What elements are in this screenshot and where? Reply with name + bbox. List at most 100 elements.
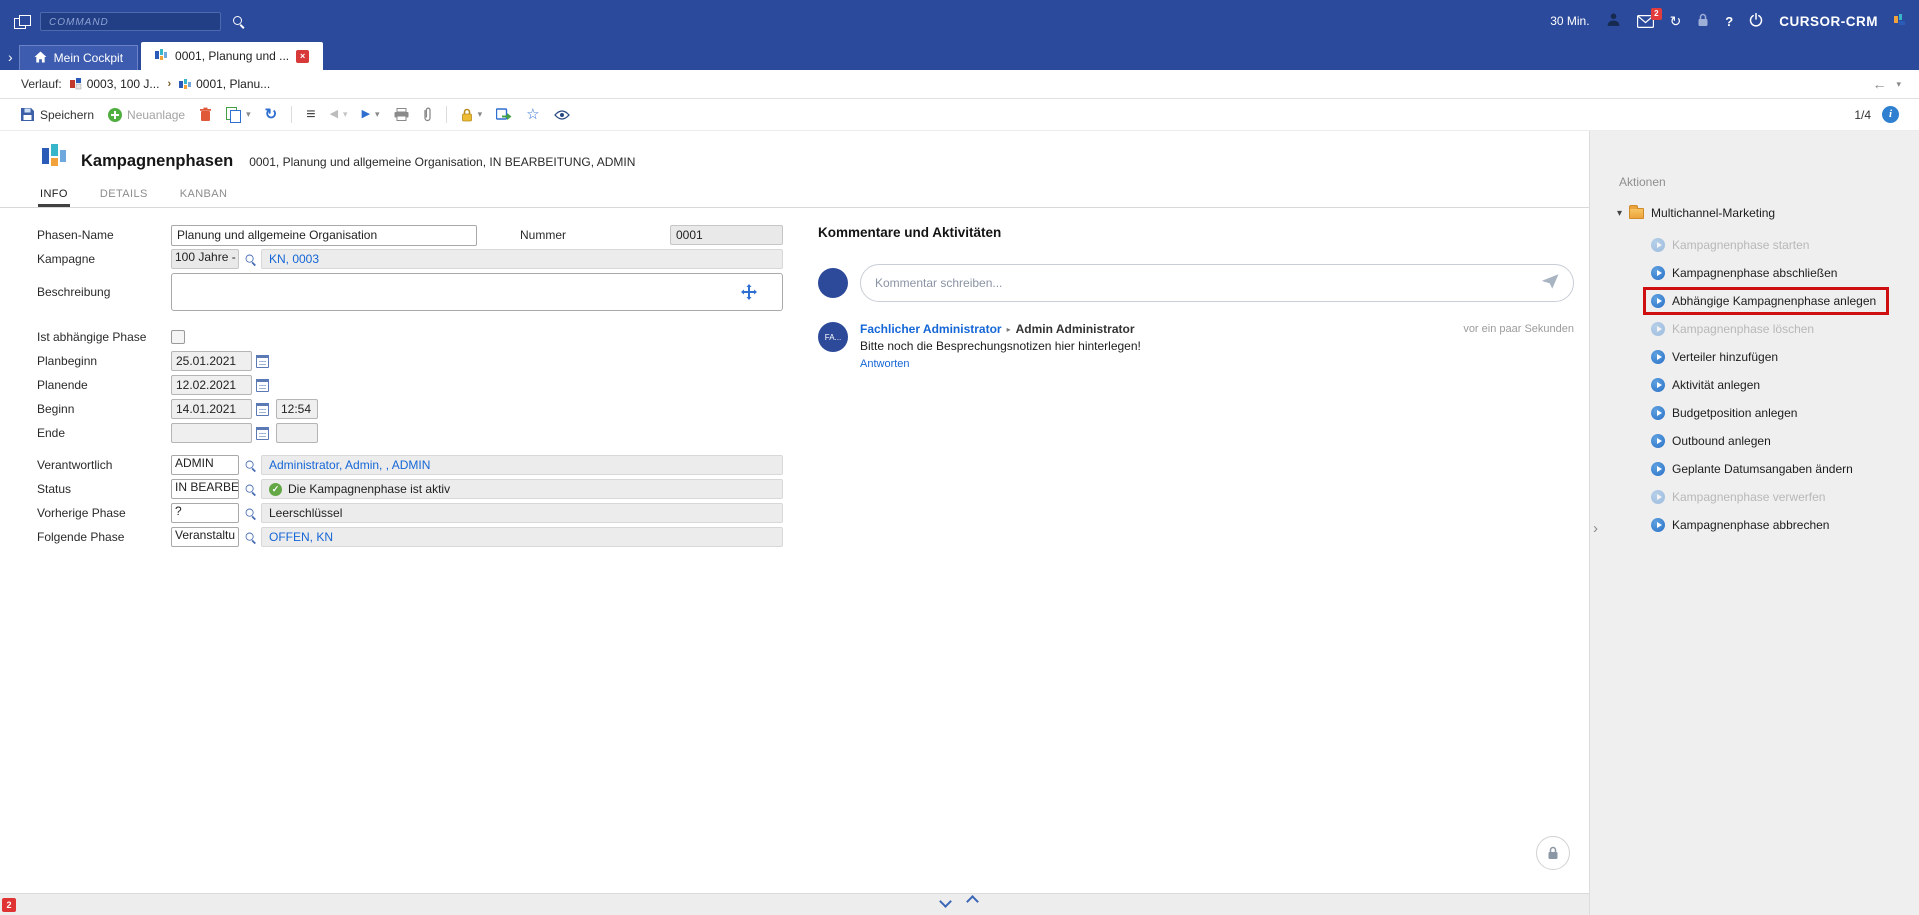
calendar-icon[interactable] [256,403,269,416]
lookup-search-icon[interactable] [245,459,257,471]
search-icon[interactable] [232,15,245,28]
reply-link[interactable]: Antworten [860,358,1574,370]
print-button[interactable] [394,108,409,121]
comment-input-pill [860,264,1574,302]
comment-author-link[interactable]: Fachlicher Administrator [860,322,1002,336]
favorite-button[interactable]: ☆ [526,107,539,122]
kampagne-key-input[interactable]: 100 Jahre - [171,249,239,269]
new-record-button[interactable]: Neuanlage [108,108,185,122]
nummer-input[interactable] [670,225,783,245]
calendar-icon[interactable] [256,427,269,440]
collapse-down-icon[interactable] [939,895,952,908]
lock-record-button[interactable] [1536,836,1570,870]
beschreibung-textarea[interactable] [171,273,783,311]
action-abhaengige-kampagnenphase-anlegen[interactable]: Abhängige Kampagnenphase anlegen [1651,287,1889,315]
folgende-phase-link[interactable]: OFFEN, KN [269,530,333,544]
next-record-button[interactable]: ▶ ▾ [362,109,380,120]
send-icon[interactable] [1542,274,1559,292]
list-view-button[interactable]: ≡ [306,107,315,123]
folgende-phase-key-input[interactable]: Veranstaltu [171,527,239,547]
tabs-expander-icon[interactable]: › [8,50,13,64]
tree-collapse-icon[interactable]: ▾ [1617,208,1622,219]
lock-session-icon[interactable] [1697,13,1709,30]
tab-info[interactable]: INFO [38,188,70,207]
status-key-input[interactable]: IN BEARBEI [171,479,239,499]
save-button[interactable]: Speichern [20,107,94,122]
action-list: Kampagnenphase starten Kampagnenphase ab… [1651,231,1889,539]
record-subtitle: 0001, Planung und allgemeine Organisatio… [249,155,635,171]
command-input[interactable] [40,12,221,31]
history-item-1[interactable]: 0001, Planu... [179,77,270,91]
planbeginn-input[interactable] [171,351,252,371]
tab-kampagnenphase[interactable]: 0001, Planung und ... × [141,42,323,70]
history-item-0[interactable]: 0003, 100 J... [70,77,160,91]
previous-record-button[interactable]: ◀ ▾ [330,109,348,120]
tab-details[interactable]: DETAILS [98,188,150,207]
action-aktivitaet-anlegen[interactable]: Aktivität anlegen [1651,371,1889,399]
lookup-search-icon[interactable] [245,253,257,265]
permissions-button[interactable]: ▾ [461,108,483,122]
action-verteiler-hinzufuegen[interactable]: Verteiler hinzufügen [1651,343,1889,371]
printer-icon [394,108,409,121]
info-icon[interactable]: i [1882,106,1899,123]
history-back-icon[interactable]: ← [1872,76,1886,92]
ist-abhaengige-phase-checkbox[interactable] [171,330,185,344]
action-kampagnenphase-starten: Kampagnenphase starten [1651,231,1889,259]
corner-badge[interactable]: 2 [2,898,16,912]
ende-date-input[interactable] [171,423,252,443]
action-kampagnenphase-abbrechen[interactable]: Kampagnenphase abbrechen [1651,511,1889,539]
lookup-search-icon[interactable] [245,507,257,519]
form-row-planbeginn: Planbeginn [37,351,783,371]
calendar-icon[interactable] [256,355,269,368]
actions-group[interactable]: ▾ Multichannel-Marketing [1617,206,1775,220]
verantwortlich-link[interactable]: Administrator, Admin, , ADMIN [269,458,430,472]
notifications-icon[interactable]: 2 [1637,15,1654,28]
phasen-name-input[interactable] [171,225,477,246]
help-icon[interactable]: ? [1725,15,1733,28]
action-label: Kampagnenphase starten [1672,238,1809,252]
action-kampagnenphase-abschliessen[interactable]: Kampagnenphase abschließen [1651,259,1889,287]
action-geplante-datumsangaben-aendern[interactable]: Geplante Datumsangaben ändern [1651,455,1889,483]
plus-icon [108,108,122,122]
tab-kanban[interactable]: KANBAN [178,188,230,207]
verantwortlich-key-input[interactable]: ADMIN [171,455,239,475]
beginn-time-input[interactable] [276,399,318,419]
field-label: Beginn [37,402,171,416]
close-tab-icon[interactable]: × [296,50,309,63]
history-refresh-icon[interactable]: ↻ [1670,14,1682,28]
tab-mein-cockpit[interactable]: Mein Cockpit [19,45,138,70]
calendar-icon[interactable] [256,379,269,392]
collapse-up-icon[interactable] [966,895,979,908]
workspace-icon[interactable] [14,15,29,28]
next-dropdown-icon[interactable]: ▾ [375,110,380,119]
field-label: Ist abhängige Phase [37,330,171,344]
panel-collapse-controls [941,897,977,906]
comment-input[interactable] [875,276,1542,290]
goto-relations-button[interactable] [496,108,512,122]
beginn-date-input[interactable] [171,399,252,419]
play-icon [1651,406,1665,420]
permissions-dropdown-icon[interactable]: ▾ [478,110,483,119]
previous-dropdown-icon[interactable]: ▾ [343,110,348,119]
user-icon[interactable] [1606,12,1621,30]
action-outbound-anlegen[interactable]: Outbound anlegen [1651,427,1889,455]
kampagne-link[interactable]: KN, 0003 [269,252,319,266]
copy-dropdown-icon[interactable]: ▾ [246,110,251,119]
lookup-search-icon[interactable] [245,531,257,543]
lookup-search-icon[interactable] [245,483,257,495]
sidebar-collapse-icon[interactable]: › [1593,521,1598,536]
logout-icon[interactable] [1749,13,1763,30]
delete-button[interactable] [199,107,212,122]
copy-record-button[interactable]: ▾ [226,107,251,122]
planende-input[interactable] [171,375,252,395]
history-dropdown-icon[interactable]: ▾ [1896,80,1901,89]
action-budgetposition-anlegen[interactable]: Budgetposition anlegen [1651,399,1889,427]
vorherige-phase-key-input[interactable]: ? [171,503,239,523]
field-label: Verantwortlich [37,458,171,472]
watch-button[interactable] [554,110,570,120]
move-resize-icon[interactable] [741,284,757,303]
field-label: Kampagne [37,252,171,266]
attachments-button[interactable] [423,107,432,122]
refresh-button[interactable]: ↻ [265,107,278,122]
ende-time-input[interactable] [276,423,318,443]
